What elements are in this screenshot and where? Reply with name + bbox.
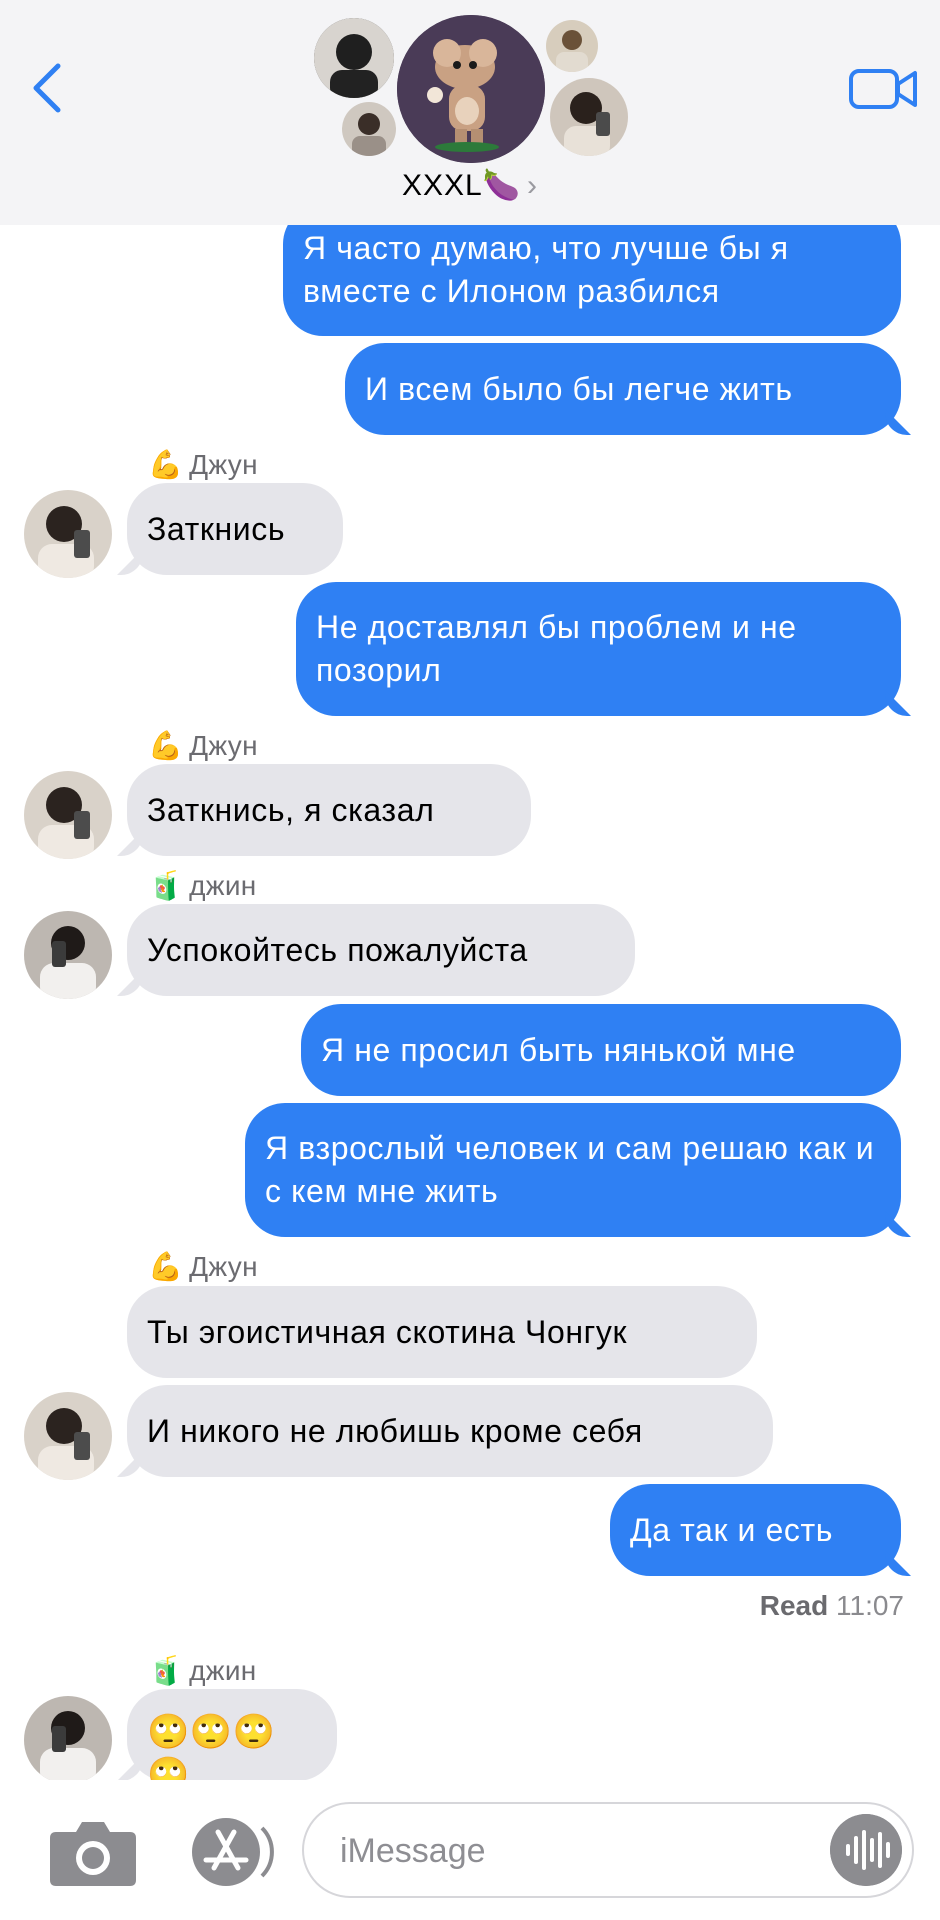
outgoing-message[interactable]: Я не просил быть нянькой мне: [301, 1004, 901, 1096]
sender-name: 💪 Джун: [148, 730, 258, 761]
avatar[interactable]: [24, 490, 112, 578]
member-avatar[interactable]: [546, 20, 598, 72]
waveform-icon[interactable]: [830, 1814, 902, 1886]
sender-name: 🧃 джин: [148, 1655, 257, 1686]
incoming-message[interactable]: Ты эгоистичная скотина Чонгук: [127, 1286, 757, 1378]
incoming-message[interactable]: Заткнись: [127, 483, 343, 575]
group-name[interactable]: XXXL🍆 ›: [0, 168, 940, 203]
read-receipt: Read 11:07: [759, 1590, 904, 1621]
chevron-left-icon[interactable]: [28, 58, 68, 118]
outgoing-message[interactable]: И всем было бы легче жить: [345, 343, 901, 435]
incoming-message[interactable]: И никого не любишь кроме себя: [127, 1385, 773, 1477]
sender-name: 🧃 джин: [148, 870, 257, 901]
sender-name: 💪 Джун: [148, 1251, 258, 1282]
group-avatar[interactable]: [397, 15, 545, 163]
conversation-header: XXXL🍆 ›: [0, 0, 940, 225]
camera-icon[interactable]: [48, 1816, 138, 1888]
video-camera-icon[interactable]: [848, 66, 918, 112]
composer-bar: [0, 1780, 940, 1920]
avatar[interactable]: [24, 771, 112, 859]
incoming-message[interactable]: Заткнись, я сказал: [127, 764, 531, 856]
outgoing-message[interactable]: Да так и есть: [610, 1484, 901, 1576]
member-avatar[interactable]: [314, 18, 394, 98]
message-input-box[interactable]: [302, 1802, 914, 1898]
message-input[interactable]: [338, 1828, 802, 1874]
chevron-right-icon: ›: [527, 169, 539, 202]
outgoing-message[interactable]: Я взрослый человек и сам решаю как и с к…: [245, 1103, 901, 1237]
app-store-icon[interactable]: [184, 1814, 274, 1890]
incoming-message[interactable]: 🙄🙄🙄🙄: [127, 1689, 337, 1794]
avatar[interactable]: [24, 911, 112, 999]
avatar[interactable]: [24, 1696, 112, 1784]
avatar[interactable]: [24, 1392, 112, 1480]
incoming-message[interactable]: Успокойтесь пожалуйста: [127, 904, 635, 996]
member-avatar[interactable]: [550, 78, 628, 156]
sender-name: 💪 Джун: [148, 449, 258, 480]
member-avatar[interactable]: [342, 102, 396, 156]
outgoing-message[interactable]: Не доставлял бы проблем и не позорил: [296, 582, 901, 716]
